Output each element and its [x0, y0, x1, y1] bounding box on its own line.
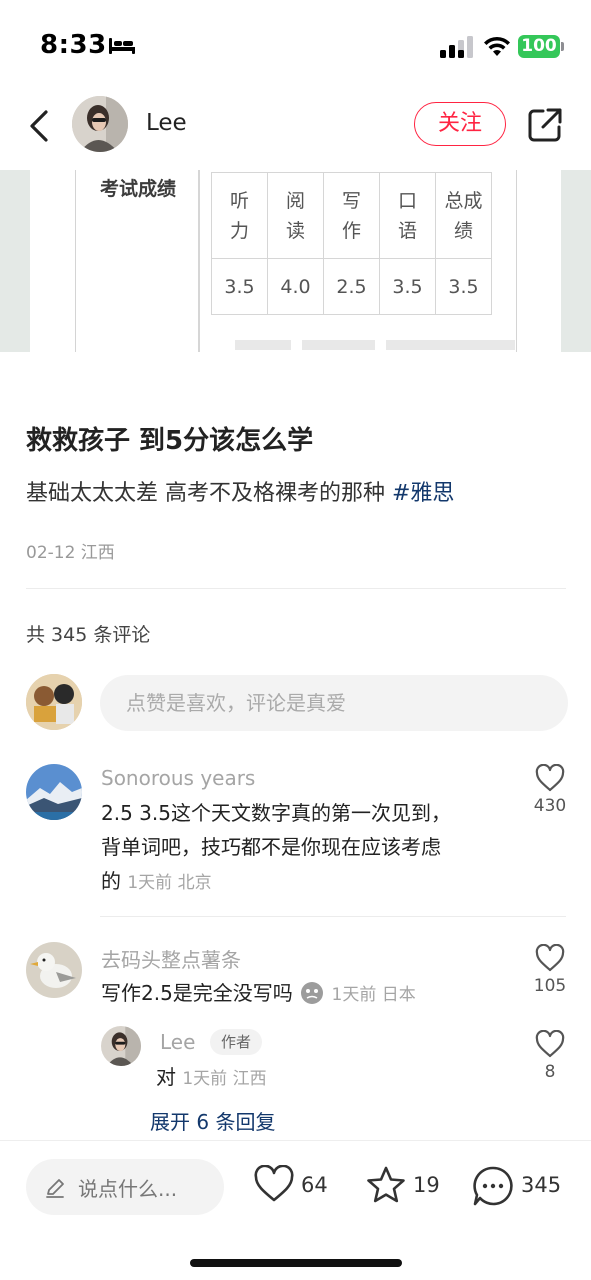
comment-line: 写作2.5是完全没写吗	[101, 981, 293, 1005]
image-side-right	[561, 170, 591, 352]
score-value-cell: 3.5	[379, 258, 436, 315]
heart-icon	[535, 1030, 565, 1058]
reply-author-avatar[interactable]	[101, 1026, 141, 1066]
note-date-location: 02-12 江西	[26, 543, 115, 563]
wifi-icon	[484, 36, 510, 56]
note-title: 救救孩子 到5分该怎么学	[26, 426, 314, 456]
cellular-signal-icon	[440, 36, 473, 58]
commenter-name[interactable]: 去码头整点薯条	[101, 944, 241, 973]
comment-input[interactable]: 点赞是喜欢，评论是真爱	[100, 675, 568, 731]
heart-icon	[535, 764, 565, 792]
sticker-emoji-icon	[301, 982, 324, 1004]
comment-text: 2.5 3.5这个天文数字真的第一次见到， 背单词吧，技巧都不是你现在应该考虑 …	[101, 796, 521, 900]
commenter-avatar[interactable]	[26, 764, 82, 820]
home-indicator[interactable]	[190, 1259, 402, 1267]
note-description: 基础太太太差 高考不及格裸考的那种 #雅思	[26, 475, 454, 507]
comment-line: 的	[101, 869, 121, 893]
comment-line: 2.5 3.5这个天文数字真的第一次见到，	[101, 801, 451, 825]
battery-tip	[561, 42, 564, 51]
status-time: 8:33	[40, 30, 107, 60]
score-header-cell: 听力	[211, 172, 268, 259]
score-header-cell: 写作	[323, 172, 380, 259]
divider	[100, 916, 566, 917]
reply-like-button[interactable]: 8	[524, 1030, 576, 1082]
comment-count: 共 345 条评论	[26, 624, 151, 646]
score-value-cell: 3.5	[211, 258, 268, 315]
divider	[26, 588, 566, 589]
sleep-focus-icon	[109, 38, 135, 54]
follow-button[interactable]: 关注	[414, 102, 506, 146]
comment-like-button[interactable]: 105	[524, 944, 576, 996]
comment-line: 背单词吧，技巧都不是你现在应该考虑	[101, 835, 441, 859]
comment-time-location: 1天前 北京	[127, 873, 212, 893]
comment-like-button[interactable]: 430	[524, 764, 576, 816]
comment-time-location: 1天前 江西	[182, 1069, 267, 1089]
author-name[interactable]: Lee	[146, 110, 187, 136]
author-avatar[interactable]	[72, 96, 128, 152]
comment-time-location: 1天前 日本	[331, 985, 416, 1005]
cropped-text-line	[235, 340, 515, 350]
comment-like-count: 105	[533, 976, 567, 996]
pen-icon	[46, 1179, 64, 1198]
comment-line-last: 的 1天前 北京	[101, 864, 521, 900]
comment-note-button[interactable]: 345	[472, 1165, 572, 1209]
note-header: Lee 关注	[0, 92, 591, 160]
comment-text: 写作2.5是完全没写吗 1天前 日本	[101, 976, 521, 1012]
heart-icon	[535, 944, 565, 972]
current-user-avatar	[26, 674, 82, 730]
expand-replies-link[interactable]: 展开 6 条回复	[150, 1106, 275, 1135]
battery-level: 100	[518, 35, 560, 58]
score-header-cell: 总成绩	[435, 172, 492, 259]
commenter-avatar[interactable]	[26, 942, 82, 998]
note-image[interactable]: 考试成绩 听力 阅读 写作 口语 总成绩 3.5 4.0 2.5 3.5 3.5	[0, 170, 591, 352]
like-note-button[interactable]: 64	[254, 1165, 334, 1209]
back-icon[interactable]	[22, 106, 58, 146]
say-something-placeholder: 说点什么...	[78, 1177, 178, 1201]
status-bar: 8:33 100	[0, 0, 591, 92]
score-label: 考试成绩	[100, 178, 177, 200]
score-table: 听力 阅读 写作 口语 总成绩 3.5 4.0 2.5 3.5 3.5	[211, 172, 492, 315]
author-badge: 作者	[210, 1029, 262, 1055]
note-description-text: 基础太太太差 高考不及格裸考的那种	[26, 481, 392, 506]
score-header-cell: 阅读	[267, 172, 324, 259]
comment-bubble-icon	[473, 1166, 513, 1206]
share-icon[interactable]	[526, 106, 564, 144]
image-side-left	[0, 170, 30, 352]
bottom-action-bar: 说点什么... 64 19 345	[0, 1140, 591, 1280]
comment-like-count: 430	[533, 796, 567, 816]
score-value-cell: 2.5	[323, 258, 380, 315]
like-count: 64	[301, 1173, 328, 1197]
reply-like-count: 8	[544, 1062, 556, 1082]
star-icon	[367, 1166, 405, 1203]
heart-icon	[254, 1165, 294, 1202]
hashtag-link[interactable]: #雅思	[392, 481, 454, 506]
score-value-cell: 3.5	[435, 258, 492, 315]
comment-line: 对	[156, 1065, 176, 1089]
collect-count: 19	[413, 1173, 440, 1197]
score-value-cell: 4.0	[267, 258, 324, 315]
comment-total-count: 345	[521, 1173, 562, 1197]
commenter-name[interactable]: Sonorous years	[101, 766, 255, 790]
say-something-input[interactable]: 说点什么...	[26, 1159, 224, 1215]
score-report-paper: 考试成绩 听力 阅读 写作 口语 总成绩 3.5 4.0 2.5 3.5 3.5	[30, 170, 561, 352]
score-header-cell: 口语	[379, 172, 436, 259]
reply-text: 对 1天前 江西	[156, 1060, 516, 1096]
collect-note-button[interactable]: 19	[366, 1165, 446, 1209]
paper-divider	[198, 170, 200, 352]
reply-author-name[interactable]: Lee	[160, 1030, 195, 1054]
